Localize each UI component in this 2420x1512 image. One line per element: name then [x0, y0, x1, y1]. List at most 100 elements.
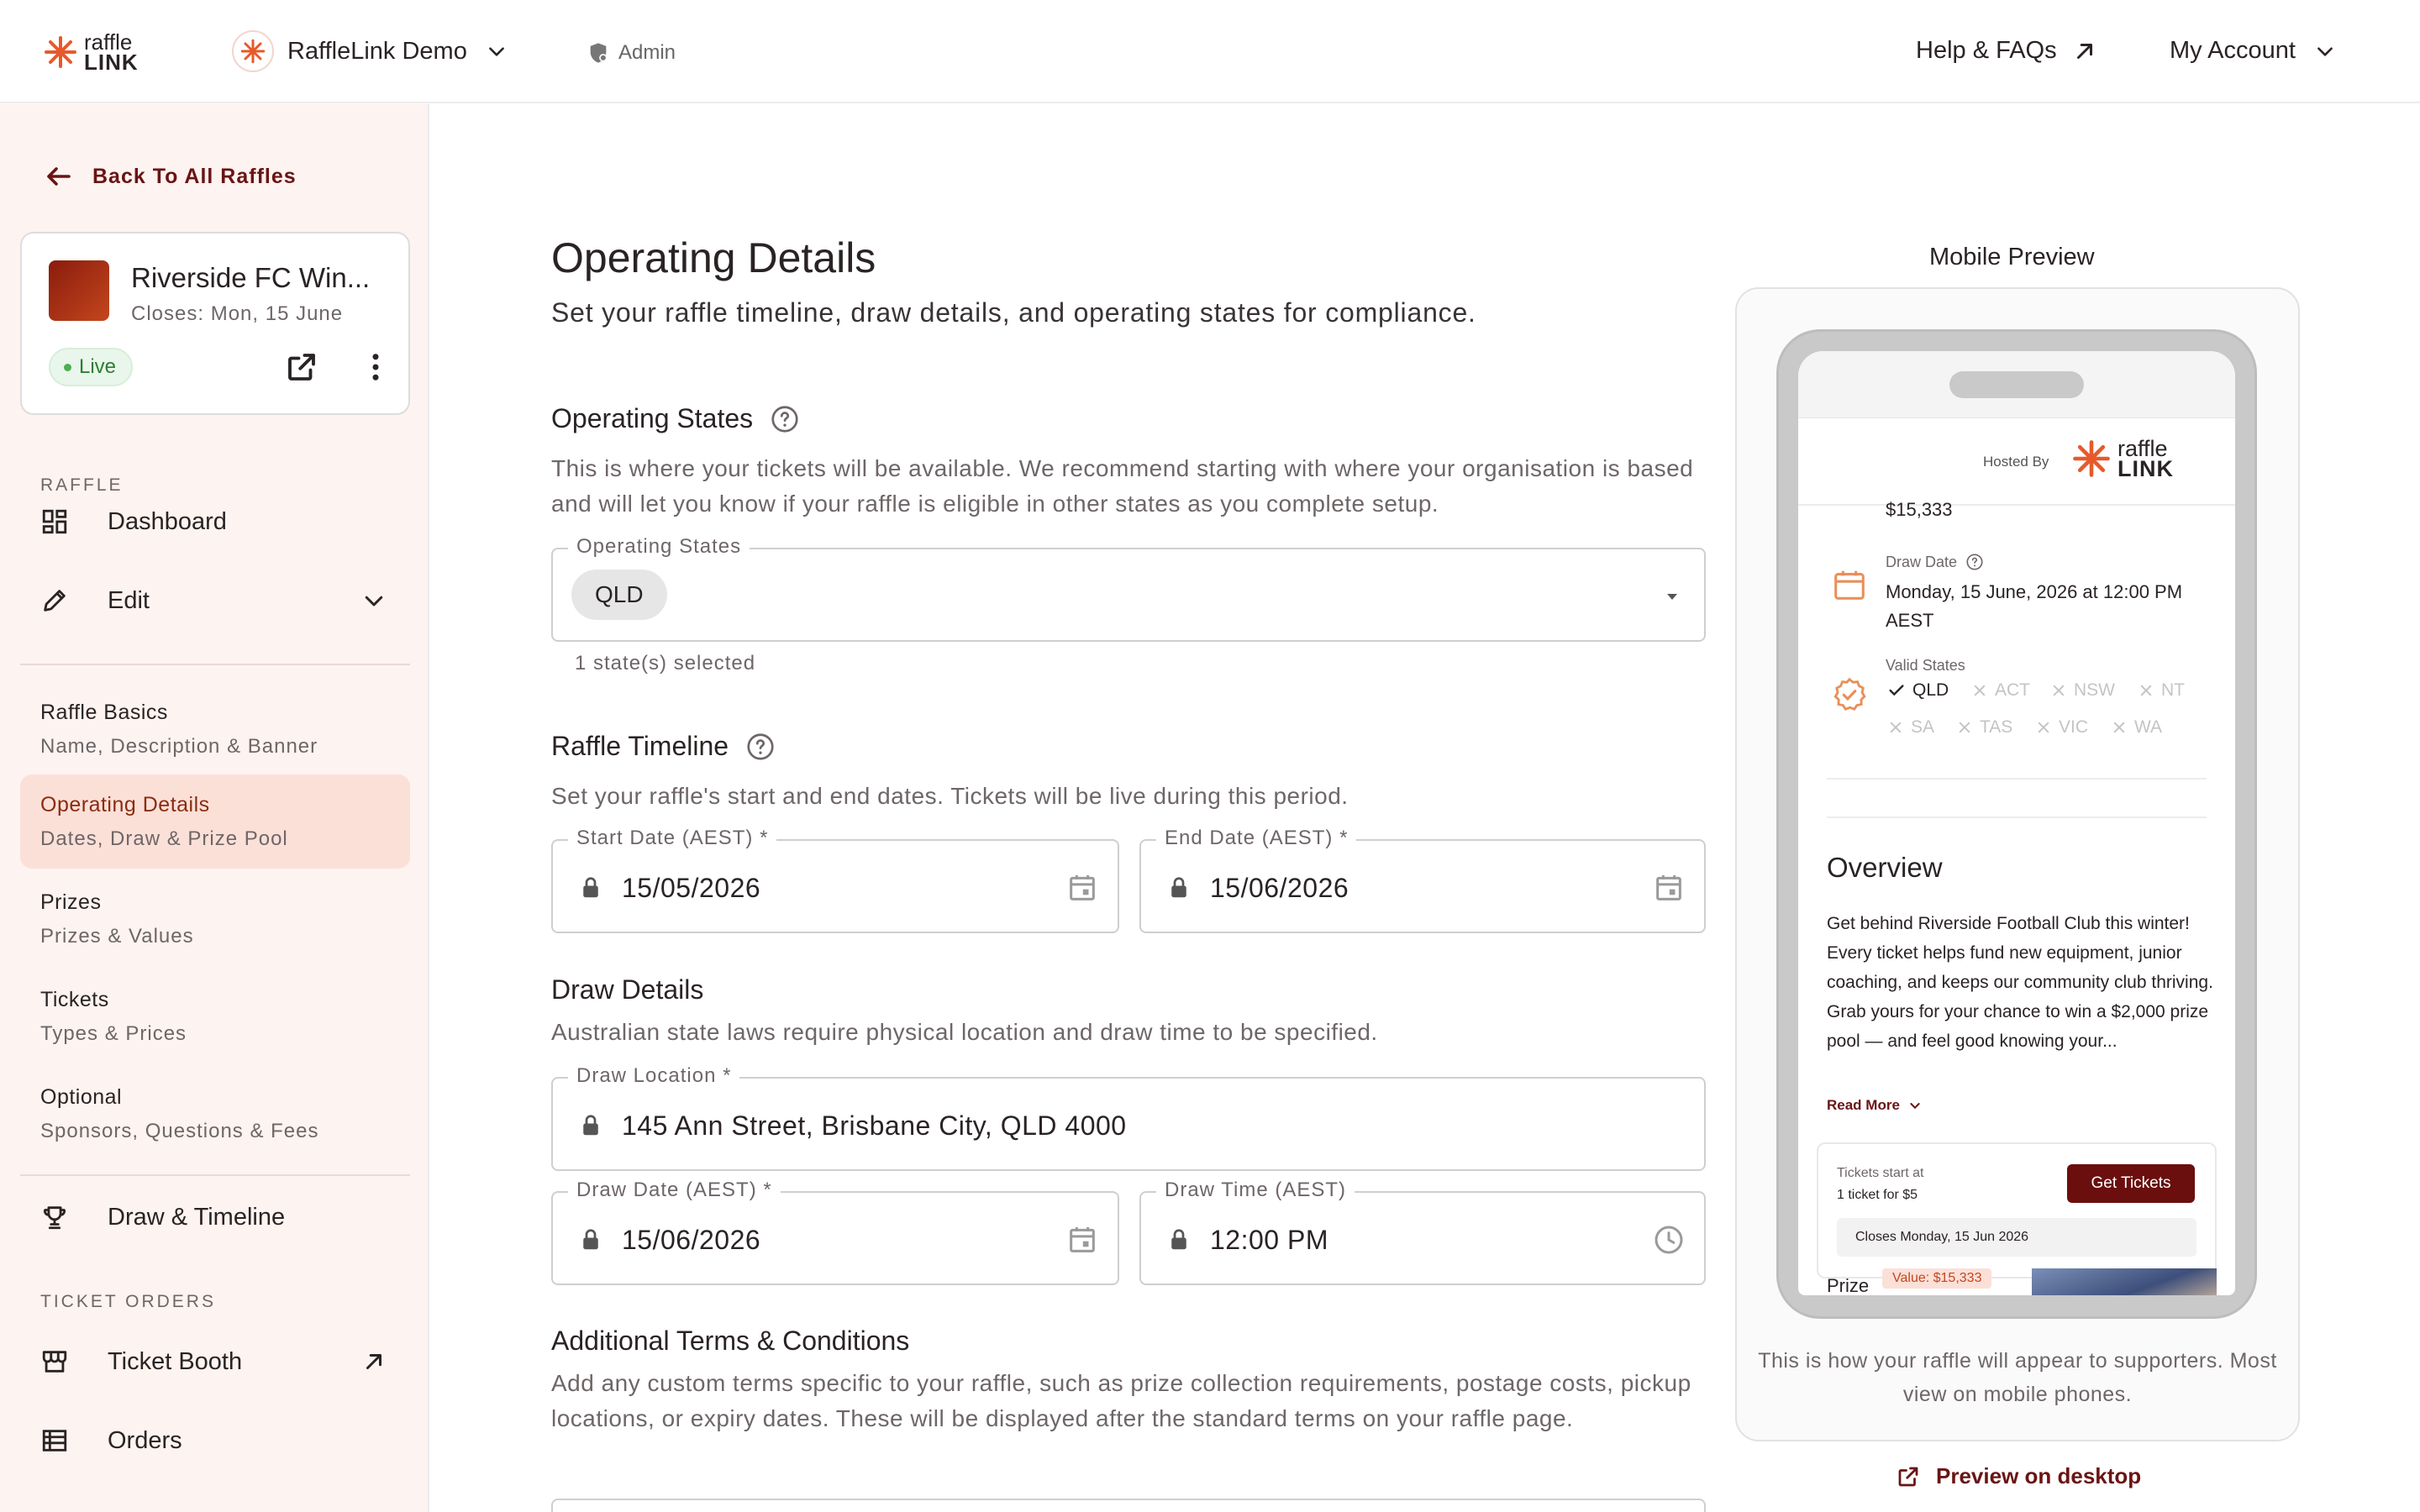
state-vic: VIC [2035, 717, 2088, 738]
terms-textarea[interactable] [551, 1499, 1706, 1512]
preview-draw-date-value: Monday, 15 June, 2026 at 12:00 PM AEST [1886, 581, 2183, 631]
sidebar-subitem-tickets[interactable]: Tickets Types & Prices [20, 969, 410, 1063]
clock-icon[interactable] [1652, 1223, 1686, 1257]
sidebar-item-label: Draw & Timeline [108, 1203, 286, 1231]
sidebar-subitem-optional[interactable]: Optional Sponsors, Questions & Fees [20, 1067, 410, 1161]
calendar-icon[interactable] [1652, 871, 1686, 905]
sidebar-item-dashboard[interactable]: Dashboard [20, 492, 410, 551]
preview-ticket-card: Tickets start at 1 ticket for $5 Get Tic… [1817, 1142, 2217, 1278]
asterisk-logo-icon [240, 39, 266, 64]
x-icon [1974, 685, 1986, 696]
lock-icon [1171, 1229, 1186, 1250]
help-faqs-link[interactable]: Help & FAQs [1916, 37, 2097, 65]
chevron-down-icon [1910, 1103, 1920, 1110]
section-title-draw-details: Draw Details [551, 974, 703, 1005]
logo-text-link: LINK [84, 50, 139, 75]
section-title-text: Draw Details [551, 974, 704, 1005]
sidebar-item-label: Dashboard [108, 507, 227, 535]
help-circle-icon[interactable] [745, 732, 776, 762]
end-date-field[interactable]: End Date (AEST) * 15/06/2026 [1139, 827, 1706, 933]
operating-states-select[interactable]: Operating States QLD [551, 535, 1706, 642]
draw-time-field[interactable]: Draw Time (AEST) 12:00 PM [1139, 1179, 1706, 1285]
org-avatar [232, 30, 274, 72]
subitem-title: Tickets [40, 988, 109, 1011]
sidebar-subitem-raffle-basics[interactable]: Raffle Basics Name, Description & Banner [20, 682, 410, 776]
sidebar-subitem-operating-details[interactable]: Operating Details Dates, Draw & Prize Po… [20, 774, 410, 869]
state-wa: WA [2111, 717, 2162, 738]
end-date-value: 15/06/2026 [1210, 873, 1349, 903]
chevron-down-icon [2317, 46, 2333, 56]
state-chip-qld[interactable]: QLD [571, 570, 667, 620]
arrow-left-icon [47, 167, 71, 186]
x-icon [1959, 722, 1970, 733]
subitem-desc: Sponsors, Questions & Fees [40, 1120, 319, 1142]
draw-date-field[interactable]: Draw Date (AEST) * 15/06/2026 [551, 1179, 1119, 1285]
sidebar-item-edit[interactable]: Edit [20, 571, 410, 630]
section-desc-raffle-timeline: Set your raffle's start and end dates. T… [551, 783, 1349, 809]
open-external-icon[interactable] [284, 349, 319, 385]
state-sa: SA [1887, 717, 1934, 738]
list-icon [42, 1430, 67, 1452]
phone-screen[interactable]: Hosted By raffle LINK $15,333 Draw Date M… [1798, 351, 2235, 1295]
section-title-text: Raffle Timeline [551, 731, 729, 761]
pencil-icon [44, 590, 66, 612]
draw-location-field[interactable]: Draw Location * 145 Ann Street, Brisbane… [551, 1064, 1706, 1171]
lock-icon [583, 877, 598, 898]
sidebar-item-ticket-booth[interactable]: Ticket Booth [20, 1332, 410, 1391]
subitem-title: Raffle Basics [40, 701, 168, 724]
subitem-desc: Dates, Draw & Prize Pool [40, 827, 288, 850]
phone-notch [1949, 371, 2084, 398]
my-account-menu[interactable]: My Account [2170, 37, 2336, 65]
sidebar-item-draw-timeline[interactable]: Draw & Timeline [20, 1188, 410, 1247]
chevron-down-icon [488, 47, 504, 56]
rafflelink-logo[interactable]: raffle LINK [44, 31, 139, 75]
help-circle-icon[interactable] [770, 404, 800, 434]
arrow-up-right-icon [2076, 43, 2092, 59]
chevron-down-icon [365, 596, 383, 606]
sidebar: Back To All Raffles Riverside FC Win... … [0, 104, 429, 1512]
top-bar: raffle LINK RaffleLink Demo Admin Help &… [0, 0, 2420, 103]
calendar-icon[interactable] [1065, 1223, 1099, 1257]
x-icon [2113, 722, 2125, 733]
field-label: Draw Date (AEST) * [568, 1179, 781, 1202]
preview-divider [1827, 816, 2207, 818]
caret-down-icon [1667, 594, 1677, 600]
state-nsw: NSW [2050, 680, 2115, 701]
state-act: ACT [1971, 680, 2030, 701]
phone-status-bar [1798, 351, 2235, 418]
sidebar-divider [20, 1174, 410, 1176]
get-tickets-button[interactable]: Get Tickets [2067, 1164, 2195, 1203]
calendar-icon[interactable] [1065, 871, 1099, 905]
lock-icon [583, 1115, 598, 1136]
x-icon [2038, 722, 2049, 733]
preview-overview-text: Get behind Riverside Football Club this … [1827, 914, 2213, 1051]
lock-icon [1171, 877, 1186, 898]
draw-location-value: 145 Ann Street, Brisbane City, QLD 4000 [622, 1110, 1127, 1141]
section-title-text: Additional Terms & Conditions [551, 1326, 910, 1356]
subitem-desc: Prizes & Values [40, 925, 194, 948]
prize-image [2032, 1268, 2217, 1295]
sidebar-item-orders[interactable]: Orders [20, 1411, 410, 1470]
sidebar-item-label: Edit [108, 586, 150, 614]
sidebar-item-label: Ticket Booth [108, 1347, 243, 1375]
start-date-field[interactable]: Start Date (AEST) * 15/05/2026 [551, 827, 1119, 933]
help-label: Help & FAQs [1916, 37, 2057, 64]
back-to-raffles-link[interactable]: Back To All Raffles [44, 161, 297, 192]
section-label-ticket-orders: TICKET ORDERS [40, 1292, 216, 1311]
sidebar-subitem-prizes[interactable]: Prizes Prizes & Values [20, 872, 410, 966]
preview-draw-date-label: Draw Date [1886, 553, 1984, 571]
read-more-link[interactable]: Read More [1827, 1097, 1922, 1114]
preview-divider [1827, 778, 2207, 780]
field-label: Start Date (AEST) * [568, 827, 777, 850]
raffle-summary-card[interactable]: Riverside FC Win... Closes: Mon, 15 June… [20, 232, 410, 415]
start-date-value: 15/05/2026 [622, 873, 761, 903]
org-switcher[interactable]: RaffleLink Demo [232, 30, 508, 72]
more-vertical-icon[interactable] [358, 349, 393, 385]
calendar-icon [1834, 570, 1865, 600]
prize-label: Prize [1827, 1275, 1870, 1295]
preview-overview-title: Overview [1827, 852, 1943, 883]
preview-closes: Closes Monday, 15 Jun 2026 [1837, 1218, 2196, 1257]
hosted-by-bar: Hosted By raffle LINK [1798, 418, 2235, 506]
role-indicator: Admin [587, 41, 676, 65]
preview-on-desktop-link[interactable]: Preview on desktop [1896, 1463, 2141, 1489]
